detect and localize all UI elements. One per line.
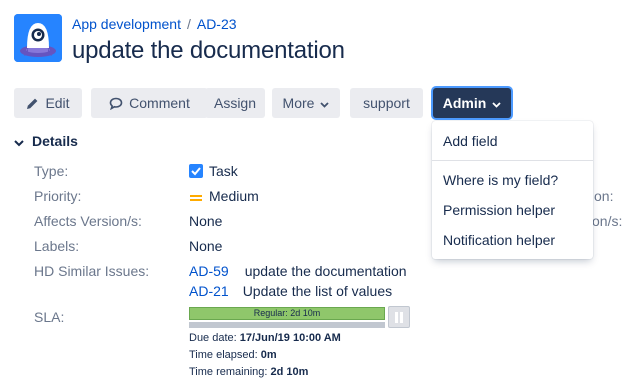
comment-button-label: Comment [129, 95, 190, 111]
more-button[interactable]: More [272, 88, 340, 118]
partially-hidden-label: on: [594, 188, 614, 204]
menu-item-permission-helper[interactable]: Permission helper [443, 202, 555, 218]
admin-button-label: Admin [442, 95, 487, 111]
priority-medium-icon [189, 190, 203, 206]
sla-time-elapsed: Time elapsed: 0m [189, 349, 277, 361]
more-button-label: More [282, 95, 315, 111]
similar-issue-key-link[interactable]: AD-21 [189, 283, 229, 299]
labels-label: Labels: [34, 238, 80, 254]
menu-divider [432, 160, 593, 161]
breadcrumb-issue-key-link[interactable]: AD-23 [197, 16, 237, 32]
sla-due-value: 17/Jun/19 10:00 AM [239, 332, 341, 344]
similar-issue-key-link[interactable]: AD-59 [189, 263, 229, 279]
sla-due-label: Due date: [189, 332, 237, 344]
chevron-down-icon [320, 88, 330, 118]
chevron-down-icon [492, 88, 501, 118]
sla-label: SLA: [34, 309, 65, 325]
partially-hidden-label: on/s: [592, 213, 623, 229]
priority-value-text: Medium [209, 188, 259, 204]
sla-time-remaining: Time remaining: 2d 10m [189, 366, 308, 378]
similar-issue-summary: update the documentation [244, 263, 407, 279]
menu-item-where-is-my-field[interactable]: Where is my field? [443, 172, 558, 188]
support-button-label: support [363, 95, 410, 111]
labels-value: None [189, 238, 223, 254]
sla-elapsed-label: Time elapsed: [189, 349, 258, 361]
affects-version-value: None [189, 213, 223, 229]
issue-title[interactable]: update the documentation [72, 37, 345, 65]
chevron-down-icon [14, 134, 26, 150]
admin-dropdown-menu: Add field Where is my field? Permission … [432, 121, 593, 259]
breadcrumb: App development / AD-23 [72, 16, 237, 32]
hd-similar-issues-label: HD Similar Issues: [34, 263, 150, 279]
priority-label: Priority: [34, 188, 82, 204]
priority-value: Medium [189, 188, 259, 206]
similar-issue-summary: Update the list of values [242, 283, 393, 299]
sla-progress-bar: Regular: 2d 10m [189, 307, 385, 320]
edit-button[interactable]: Edit [14, 88, 82, 118]
comment-button[interactable]: Comment [91, 88, 208, 118]
sla-due-date: Due date: 17/Jun/19 10:00 AM [189, 332, 341, 344]
assign-button[interactable]: Assign [205, 88, 265, 118]
project-avatar-icon[interactable] [14, 14, 62, 62]
comment-icon [109, 90, 123, 120]
type-label: Type: [34, 163, 69, 179]
type-value: Task [189, 163, 238, 179]
sla-remaining-label: Time remaining: [189, 366, 268, 378]
admin-button[interactable]: Admin [433, 88, 511, 118]
sla-remaining-value: 2d 10m [270, 366, 309, 378]
support-button[interactable]: support [350, 88, 423, 118]
sla-progress-track [189, 322, 385, 328]
pause-icon[interactable] [388, 306, 410, 328]
details-heading: Details [32, 133, 78, 149]
breadcrumb-separator: / [186, 16, 191, 32]
edit-button-label: Edit [45, 95, 70, 111]
menu-item-add-field[interactable]: Add field [443, 133, 497, 149]
similar-issue-row: AD-59 update the documentation [189, 263, 407, 279]
sla-elapsed-value: 0m [260, 349, 277, 361]
assign-button-label: Assign [213, 95, 257, 111]
details-section-toggle[interactable]: Details [14, 133, 78, 150]
pencil-icon [26, 90, 39, 120]
affects-version-label: Affects Version/s: [34, 213, 142, 229]
similar-issue-row: AD-21 Update the list of values [189, 283, 392, 299]
task-checkbox-icon [189, 164, 203, 178]
menu-item-notification-helper[interactable]: Notification helper [443, 232, 555, 248]
type-value-text: Task [209, 163, 238, 179]
breadcrumb-project-link[interactable]: App development [72, 16, 181, 32]
